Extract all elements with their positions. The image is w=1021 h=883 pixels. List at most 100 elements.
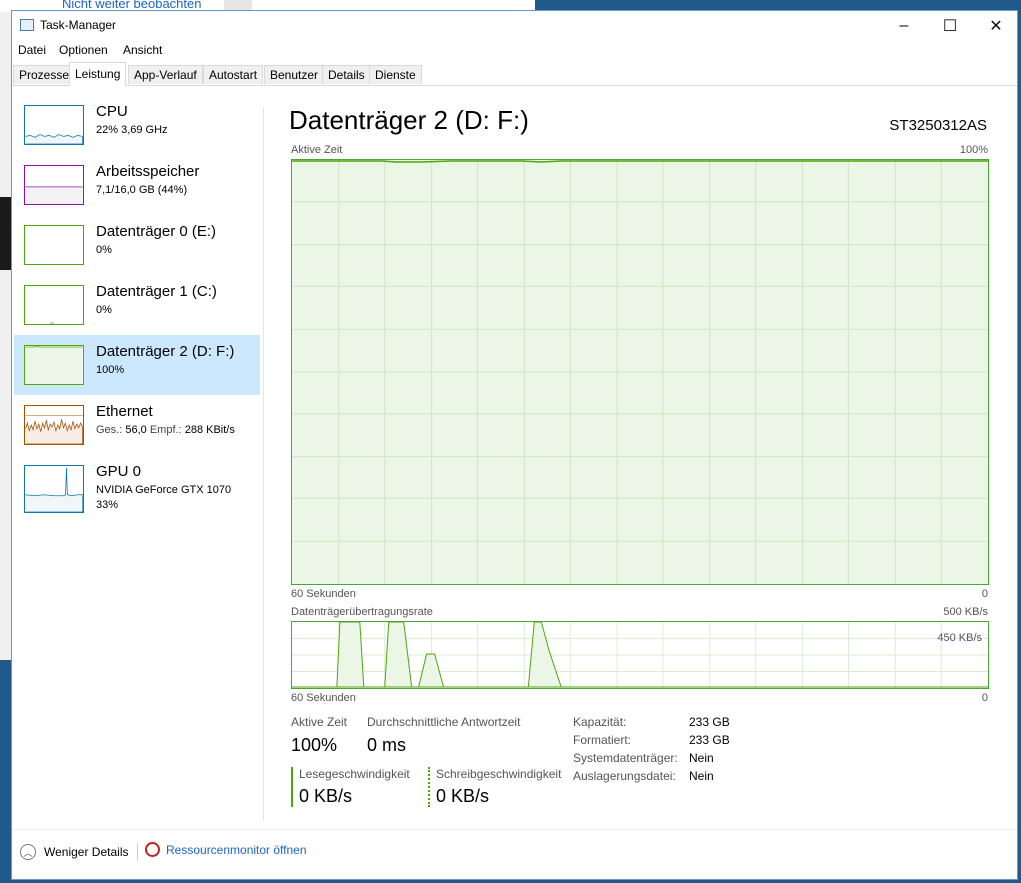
gpu-thumbnail bbox=[24, 465, 84, 513]
memory-thumbnail bbox=[24, 165, 84, 205]
sidebar-item-memory[interactable]: Arbeitsspeicher 7,1/16,0 GB (44%) bbox=[14, 155, 260, 215]
sidebar-memory-title: Arbeitsspeicher bbox=[96, 163, 200, 180]
sidebar-item-cpu[interactable]: CPU 22% 3,69 GHz bbox=[14, 95, 260, 155]
resource-monitor-icon bbox=[145, 842, 160, 857]
stat-active-time-label: Aktive Zeit bbox=[291, 715, 348, 729]
sidebar-item-disk-0[interactable]: Datenträger 0 (E:) 0% bbox=[14, 215, 260, 275]
sidebar-disk-0-usage: 0% bbox=[96, 244, 112, 256]
tab-autostart[interactable]: Autostart bbox=[203, 65, 264, 84]
disk-0-thumbnail bbox=[24, 225, 84, 265]
title-bar[interactable]: Task-Manager – ☐ ✕ bbox=[12, 11, 1017, 41]
tab-app-verlauf[interactable]: App-Verlauf bbox=[128, 65, 203, 84]
transfer-rate-label: Datenträgerübertragungsrate bbox=[291, 606, 433, 618]
chevron-up-icon: ︿ bbox=[20, 844, 36, 860]
prop-capacity-label: Kapazität: bbox=[573, 715, 627, 729]
resource-monitor-label: Ressourcenmonitor öffnen bbox=[166, 842, 307, 857]
performance-sidebar: CPU 22% 3,69 GHz Arbeitsspeicher 7,1/16,… bbox=[14, 95, 263, 825]
prop-system-disk-label: Systemdatenträger: bbox=[573, 751, 678, 765]
ethernet-send-label: Ges.: bbox=[96, 424, 123, 436]
footer-divider bbox=[12, 829, 1017, 830]
task-manager-icon bbox=[20, 19, 34, 31]
sidebar-disk-1-sub: 0% bbox=[96, 303, 112, 318]
sidebar-memory-sub: 7,1/16,0 GB (44%) bbox=[96, 183, 187, 198]
sidebar-item-ethernet[interactable]: Ethernet Ges.: 56,0 Empf.: 288 KBit/s bbox=[14, 395, 260, 455]
prop-formatted-value: 233 GB bbox=[689, 733, 730, 747]
stat-active-time-value: 100% bbox=[291, 735, 338, 755]
sidebar-disk-2-sub: 100% bbox=[96, 363, 124, 378]
read-speed-marker bbox=[291, 767, 293, 807]
prop-pagefile-label: Auslagerungsdatei: bbox=[573, 769, 676, 783]
stat-read-value: 0 KB/s bbox=[299, 786, 353, 806]
ethernet-send-value: 56,0 bbox=[125, 424, 147, 436]
ethernet-recv-value: 288 KBit/s bbox=[184, 424, 235, 436]
sidebar-disk-2-usage: 100% bbox=[96, 364, 125, 376]
sidebar-gpu-usage: 33% bbox=[96, 499, 119, 511]
background-more-button[interactable] bbox=[224, 0, 252, 10]
prop-pagefile-value: Nein bbox=[689, 769, 714, 783]
sidebar-item-gpu[interactable]: GPU 0 NVIDIA GeForce GTX 1070 33% bbox=[14, 455, 260, 515]
stat-read-label: Lesegeschwindigkeit bbox=[299, 767, 410, 781]
tab-dienste[interactable]: Dienste bbox=[369, 65, 422, 84]
menu-bar: Datei Optionen Ansicht bbox=[12, 41, 1017, 61]
sidebar-ethernet-title: Ethernet bbox=[96, 403, 153, 420]
tab-bar: Prozesse Leistung App-Verlauf Autostart … bbox=[12, 62, 1017, 86]
footer-separator bbox=[137, 843, 138, 861]
sidebar-gpu-title: GPU 0 bbox=[96, 463, 142, 480]
active-time-x-right: 0 bbox=[981, 588, 988, 600]
tab-leistung[interactable]: Leistung bbox=[69, 62, 127, 86]
close-button[interactable]: ✕ bbox=[973, 11, 1019, 41]
window-title: Task-Manager bbox=[40, 18, 117, 32]
fewer-details-label: Weniger Details bbox=[44, 845, 129, 859]
transfer-rate-graph bbox=[291, 621, 989, 689]
sidebar-disk-1-usage: 0% bbox=[96, 304, 112, 316]
stat-write-label: Schreibgeschwindigkeit bbox=[436, 767, 562, 781]
sidebar-memory-usage: 7,1/16,0 GB (44%) bbox=[96, 184, 188, 196]
sidebar-cpu-title: CPU bbox=[96, 103, 128, 120]
sidebar-gpu-model: NVIDIA GeForce GTX 1070 bbox=[96, 484, 232, 496]
transfer-rate-x-left: 60 Sekunden bbox=[291, 692, 356, 704]
stat-avg-response-value: 0 ms bbox=[367, 735, 407, 755]
transfer-rate-x-right: 0 bbox=[981, 692, 988, 704]
sidebar-item-disk-1[interactable]: Datenträger 1 (C:) 0% bbox=[14, 275, 260, 335]
sidebar-disk-0-sub: 0% bbox=[96, 243, 112, 258]
ethernet-thumbnail bbox=[24, 405, 84, 445]
task-manager-window: Task-Manager – ☐ ✕ Datei Optionen Ansich… bbox=[11, 10, 1018, 880]
minimize-button[interactable]: – bbox=[881, 11, 927, 41]
disk-1-thumbnail bbox=[24, 285, 84, 325]
cpu-thumbnail bbox=[24, 105, 84, 145]
sidebar-ethernet-sub: Ges.: 56,0 Empf.: 288 KBit/s bbox=[96, 423, 235, 438]
maximize-button[interactable]: ☐ bbox=[927, 11, 973, 41]
prop-capacity-value: 233 GB bbox=[689, 715, 730, 729]
resource-monitor-link[interactable]: Ressourcenmonitor öffnen bbox=[145, 842, 307, 857]
disk-model: ST3250312AS bbox=[889, 117, 987, 134]
sidebar-gpu-sub: NVIDIA GeForce GTX 1070 33% bbox=[96, 483, 231, 513]
sidebar-divider bbox=[263, 107, 264, 821]
menu-ansicht[interactable]: Ansicht bbox=[123, 43, 162, 57]
transfer-rate-max: 500 KB/s bbox=[943, 606, 988, 618]
active-time-label: Aktive Zeit bbox=[291, 144, 343, 156]
tab-benutzer[interactable]: Benutzer bbox=[264, 65, 325, 84]
prop-formatted-label: Formatiert: bbox=[573, 733, 632, 747]
disk-2-thumbnail bbox=[24, 345, 84, 385]
disk-title: Datenträger 2 (D: F:) bbox=[289, 105, 529, 135]
fewer-details-button[interactable]: ︿ Weniger Details bbox=[20, 842, 128, 862]
stat-avg-response-label: Durchschnittliche Antwortzeit bbox=[367, 715, 521, 729]
prop-system-disk-value: Nein bbox=[689, 751, 714, 765]
sidebar-item-disk-2[interactable]: Datenträger 2 (D: F:) 100% bbox=[14, 335, 260, 395]
sidebar-disk-1-title: Datenträger 1 (C:) bbox=[96, 283, 217, 300]
active-time-graph bbox=[291, 159, 989, 585]
menu-datei[interactable]: Datei bbox=[18, 43, 46, 57]
stat-write-value: 0 KB/s bbox=[436, 786, 490, 806]
write-speed-marker bbox=[428, 767, 430, 807]
sidebar-cpu-usage: 22% 3,69 GHz bbox=[96, 124, 168, 136]
sidebar-cpu-sub: 22% 3,69 GHz bbox=[96, 123, 168, 138]
transfer-rate-inner-label: 450 KB/s bbox=[937, 632, 982, 644]
sidebar-disk-0-title: Datenträger 0 (E:) bbox=[96, 223, 217, 240]
active-time-max: 100% bbox=[959, 144, 988, 156]
tab-prozesse[interactable]: Prozesse bbox=[13, 65, 76, 84]
active-time-x-left: 60 Sekunden bbox=[291, 588, 356, 600]
sidebar-disk-2-title: Datenträger 2 (D: F:) bbox=[96, 343, 235, 360]
menu-optionen[interactable]: Optionen bbox=[59, 43, 108, 57]
tab-details[interactable]: Details bbox=[322, 65, 371, 84]
ethernet-recv-label: Empf.: bbox=[149, 424, 182, 436]
